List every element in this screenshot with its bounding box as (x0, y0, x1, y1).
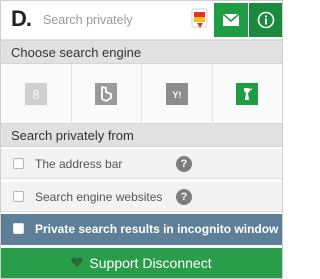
address-bar-checkbox[interactable] (13, 158, 24, 169)
incognito-label: Private search results in incognito wind… (35, 222, 279, 236)
support-label: Support Disconnect (89, 255, 212, 271)
duckduckgo-icon (236, 82, 259, 105)
search-engine-websites-label: Search engine websites (35, 190, 163, 204)
incognito-checkbox[interactable] (13, 223, 24, 234)
engine-bing[interactable] (71, 64, 142, 123)
info-button[interactable] (249, 3, 282, 37)
disconnect-popup: D. Choose search engine (0, 0, 283, 279)
option-address-bar[interactable]: The address bar ? (1, 149, 282, 179)
engine-duckduckgo[interactable] (212, 64, 282, 123)
google-icon: 8 (24, 82, 47, 105)
option-search-engine-websites[interactable]: Search engine websites ? (1, 182, 282, 212)
info-icon (257, 11, 275, 29)
svg-text:Y!: Y! (172, 90, 181, 100)
engine-picker: 8 Y! (1, 64, 282, 123)
flag-icon[interactable] (191, 8, 209, 30)
help-icon[interactable]: ? (176, 156, 192, 172)
help-icon[interactable]: ? (176, 189, 192, 205)
choose-engine-header: Choose search engine (1, 40, 282, 64)
search-engine-websites-checkbox[interactable] (13, 191, 24, 202)
engine-google[interactable]: 8 (1, 64, 72, 123)
svg-text:8: 8 (32, 88, 39, 103)
search-privately-header: Search privately from (1, 123, 282, 147)
support-button[interactable]: Support Disconnect (1, 248, 282, 278)
mail-icon (222, 13, 240, 26)
heart-icon (71, 257, 84, 268)
disconnect-logo: D. (11, 6, 32, 31)
option-incognito[interactable]: Private search results in incognito wind… (1, 214, 282, 245)
mail-button[interactable] (214, 3, 248, 37)
search-input[interactable] (41, 7, 185, 33)
engine-yahoo[interactable]: Y! (142, 64, 213, 123)
bing-icon (95, 82, 118, 105)
yahoo-icon: Y! (165, 82, 188, 105)
address-bar-label: The address bar (35, 157, 123, 171)
top-bar: D. (1, 1, 282, 40)
